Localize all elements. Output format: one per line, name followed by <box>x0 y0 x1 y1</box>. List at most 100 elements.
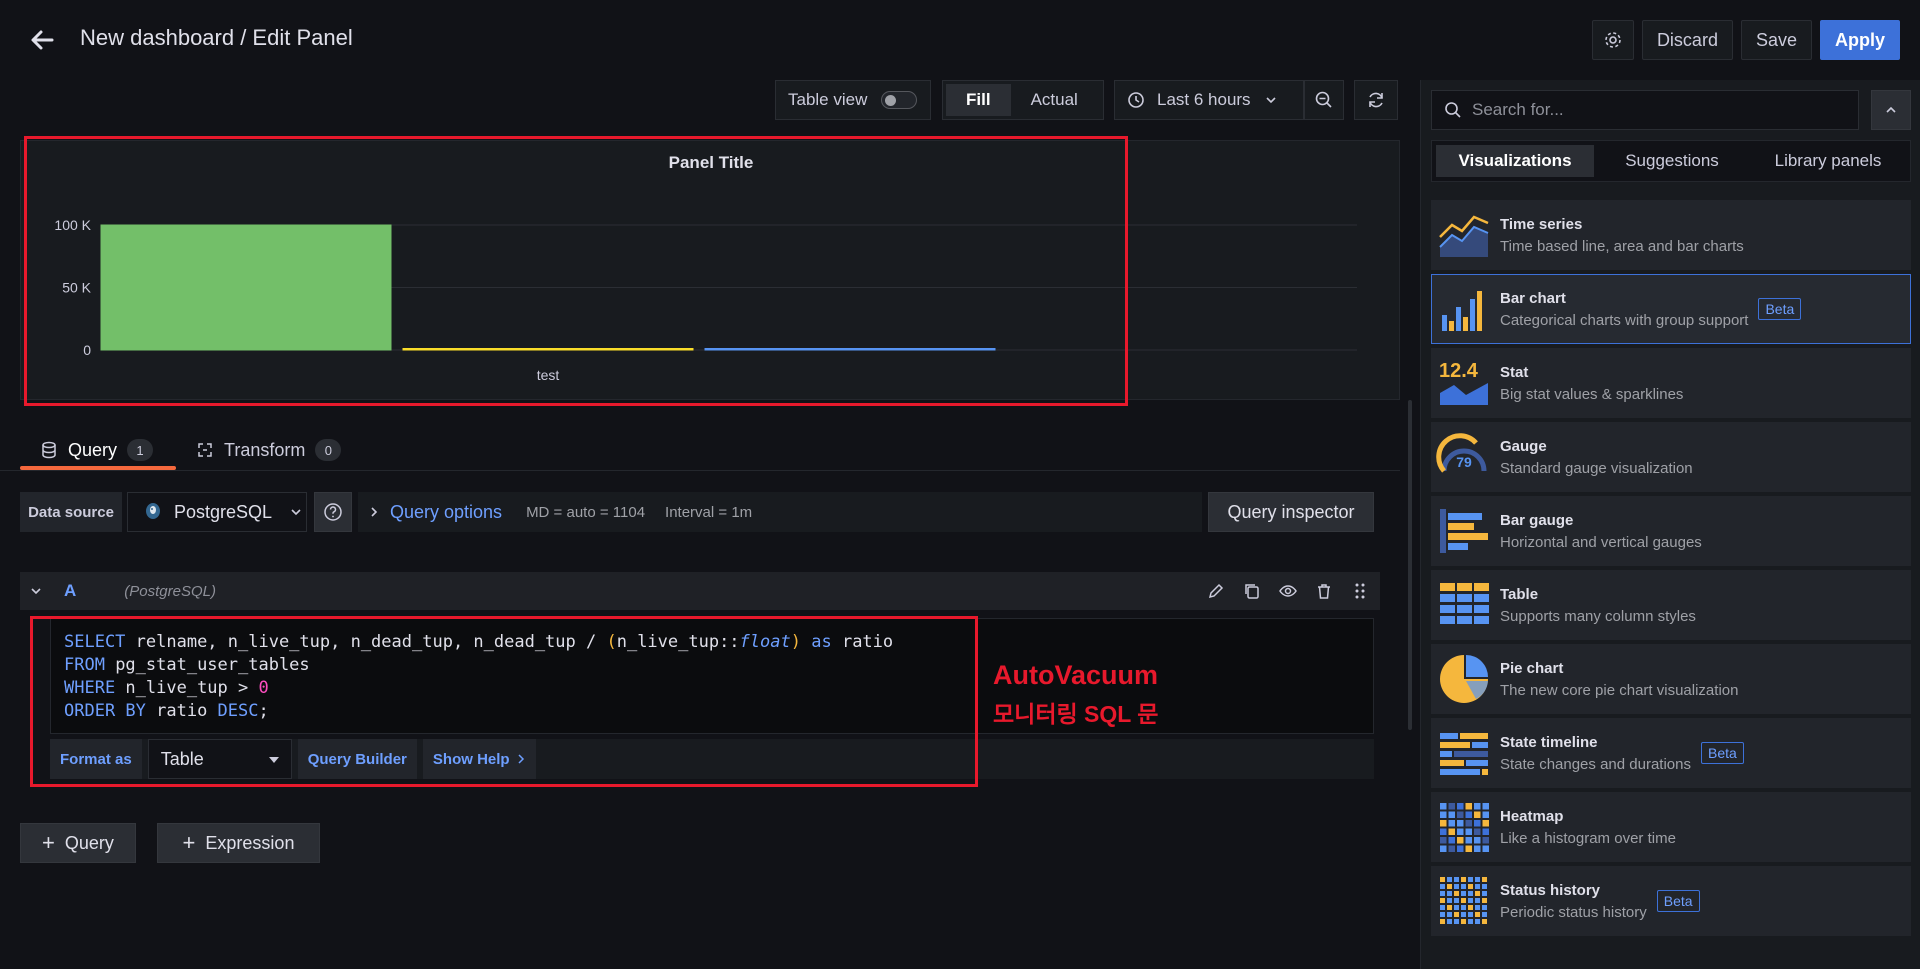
time-range-picker[interactable]: Last 6 hours <box>1114 80 1304 120</box>
status-cell <box>1475 898 1480 903</box>
viz-item-heatmap[interactable]: Heatmap Like a histogram over time <box>1431 792 1911 862</box>
annotation-line-1: AutoVacuum <box>993 660 1159 690</box>
viz-item-pie-chart[interactable]: Pie chart The new core pie chart visualiz… <box>1431 644 1911 714</box>
x-tick-label: test <box>537 367 560 383</box>
trash-icon[interactable] <box>1314 581 1334 601</box>
table-view-toggle[interactable]: Table view <box>775 80 931 120</box>
query-row-datasource: (PostgreSQL) <box>124 582 216 600</box>
data-source-picker[interactable]: PostgreSQL <box>127 492 307 532</box>
settings-button[interactable] <box>1591 20 1634 60</box>
status-cell <box>1468 877 1473 882</box>
tab-library-panels[interactable]: Library panels <box>1750 145 1906 177</box>
status-cell <box>1440 891 1445 896</box>
viz-item-status-history[interactable]: Status history Periodic status history Be… <box>1431 866 1911 936</box>
viz-item-bar-chart[interactable]: Bar chart Categorical charts with group s… <box>1431 274 1911 344</box>
status-cell <box>1447 919 1452 924</box>
back-arrow-icon[interactable] <box>26 24 58 56</box>
discard-button[interactable]: Discard <box>1641 20 1733 60</box>
search-input[interactable]: Search for... <box>1431 90 1859 130</box>
status-cell <box>1454 891 1459 896</box>
query-ref-id[interactable]: A <box>64 581 76 601</box>
gauge-icon: 79 <box>1436 433 1487 473</box>
viz-item-gauge[interactable]: 79 Gauge Standard gauge visualization <box>1431 422 1911 492</box>
status-cell <box>1461 877 1466 882</box>
query-inspector-button[interactable]: Query inspector <box>1208 492 1374 532</box>
status-cell <box>1440 919 1445 924</box>
tab-visualizations[interactable]: Visualizations <box>1436 145 1594 177</box>
viz-desc: Standard gauge visualization <box>1500 459 1693 477</box>
status-cell <box>1447 912 1452 917</box>
viz-name: Pie chart <box>1500 659 1564 677</box>
viz-desc: State changes and durations <box>1500 755 1691 773</box>
toggle-switch[interactable] <box>881 91 918 109</box>
format-select[interactable]: Table <box>147 739 292 779</box>
tab-query-label: Query <box>68 439 118 460</box>
viz-desc: The new core pie chart visualization <box>1500 681 1739 699</box>
heatmap-cell <box>1474 820 1481 827</box>
add-expression-button[interactable]: + Expression <box>157 823 320 863</box>
add-query-button[interactable]: + Query <box>20 823 136 863</box>
plus-icon: + <box>42 830 55 855</box>
svg-text:79: 79 <box>1456 454 1472 470</box>
status-cell <box>1482 877 1487 882</box>
pie-chart-icon <box>1440 655 1488 703</box>
viz-desc: Horizontal and vertical gauges <box>1500 533 1702 551</box>
viz-item-time-series[interactable]: Time series Time based line, area and bar… <box>1431 200 1911 270</box>
edit-pencil-icon[interactable] <box>1206 581 1226 601</box>
panel-preview: Panel Title 100 K 50 K 0 test <box>20 140 1400 400</box>
show-help-button[interactable]: Show Help <box>422 739 536 779</box>
collapse-picker-button[interactable] <box>1871 90 1911 130</box>
pane-splitter[interactable] <box>1400 80 1420 969</box>
query-options-link[interactable]: Query options <box>390 502 502 523</box>
transform-count-badge: 0 <box>315 439 342 461</box>
data-source-name: PostgreSQL <box>174 501 273 522</box>
viz-item-table[interactable]: Table Supports many column styles <box>1431 570 1911 640</box>
heatmap-cell <box>1448 811 1455 818</box>
viz-item-state-timeline[interactable]: State timeline State changes and duration… <box>1431 718 1911 788</box>
add-query-label: Query <box>64 832 114 853</box>
zoom-out-button[interactable] <box>1304 80 1344 120</box>
status-cell <box>1482 912 1487 917</box>
status-cell <box>1454 877 1459 882</box>
heatmap-cell <box>1474 811 1481 818</box>
heatmap-cell <box>1465 845 1472 852</box>
duplicate-icon[interactable] <box>1242 581 1262 601</box>
data-source-label: Data source <box>20 492 122 532</box>
tab-transform[interactable]: Transform 0 <box>196 430 342 470</box>
eye-icon[interactable] <box>1278 581 1298 601</box>
heatmap-cell <box>1465 828 1472 835</box>
clock-icon <box>1128 92 1144 108</box>
max-data-points: MD = auto = 1104 <box>526 503 646 521</box>
picker-tabs: Visualizations Suggestions Library panel… <box>1431 140 1911 182</box>
status-cell <box>1482 884 1487 889</box>
status-cell <box>1468 912 1473 917</box>
add-expression-label: Expression <box>205 832 295 853</box>
viz-name: Time series <box>1500 215 1583 233</box>
heatmap-cell <box>1482 803 1489 810</box>
status-cell <box>1475 891 1480 896</box>
sql-editor[interactable]: SELECT relname, n_live_tup, n_dead_tup, … <box>50 618 1374 734</box>
viz-item-stat[interactable]: 12.4 Stat Big stat values & sparklines <box>1431 348 1911 418</box>
save-button[interactable]: Save <box>1740 20 1812 60</box>
viz-item-bar-gauge[interactable]: Bar gauge Horizontal and vertical gauges <box>1431 496 1911 566</box>
svg-text:12.4: 12.4 <box>1439 360 1479 382</box>
heatmap-cell <box>1457 803 1464 810</box>
tab-suggestions[interactable]: Suggestions <box>1594 145 1750 177</box>
drag-handle-icon[interactable] <box>1350 581 1370 601</box>
apply-button[interactable]: Apply <box>1819 20 1900 60</box>
query-builder-button[interactable]: Query Builder <box>297 739 417 779</box>
chevron-up-icon <box>1886 106 1896 113</box>
actual-option[interactable]: Actual <box>1011 84 1098 116</box>
status-cell <box>1454 884 1459 889</box>
status-cell <box>1454 912 1459 917</box>
status-cell <box>1468 919 1473 924</box>
refresh-button[interactable] <box>1354 80 1398 120</box>
fill-option[interactable]: Fill <box>946 84 1011 116</box>
heatmap-cell <box>1465 803 1472 810</box>
tab-query[interactable]: Query 1 <box>40 430 154 470</box>
database-icon <box>42 441 56 459</box>
viz-desc: Categorical charts with group support <box>1500 311 1749 329</box>
collapse-chevron-icon[interactable] <box>30 585 42 597</box>
help-button[interactable] <box>314 492 352 532</box>
heatmap-cell <box>1448 820 1455 827</box>
